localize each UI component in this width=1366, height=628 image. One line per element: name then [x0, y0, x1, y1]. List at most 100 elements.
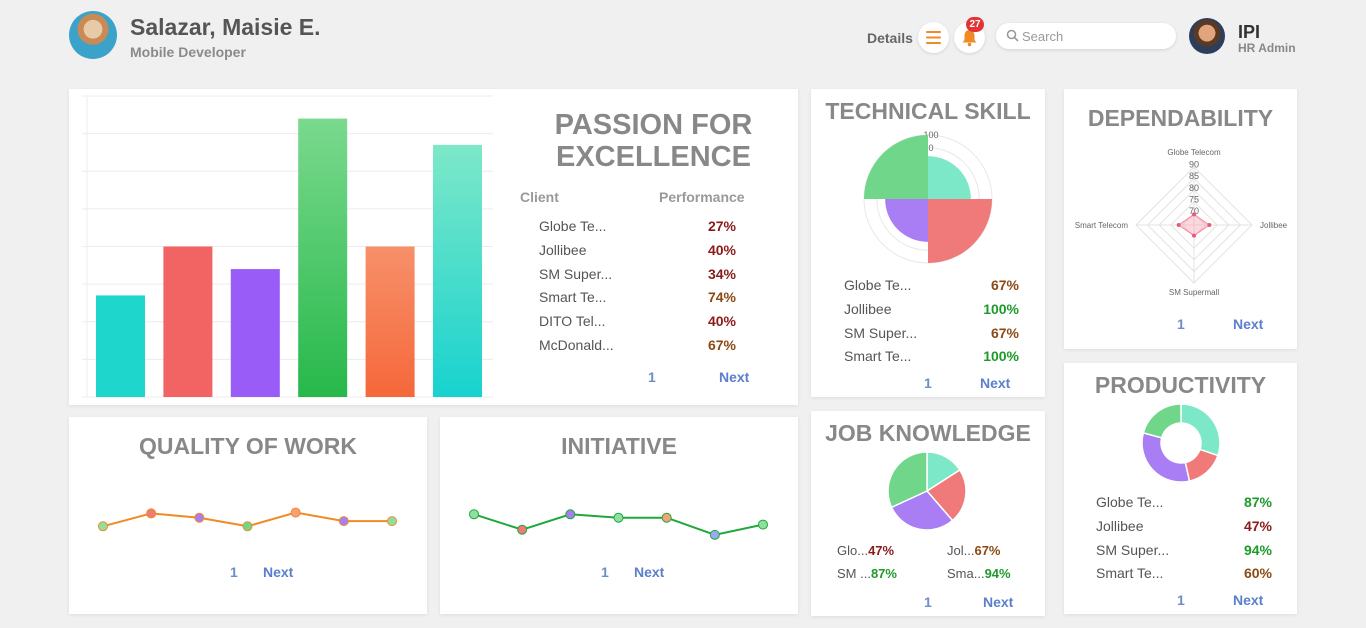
- details-link[interactable]: Details: [867, 30, 913, 46]
- job-legend-client: SM ...: [837, 566, 871, 581]
- notification-badge: 27: [966, 17, 984, 32]
- radar-tick: 80: [1189, 183, 1199, 193]
- doughnut-slice[interactable]: [1141, 431, 1191, 483]
- productivity-next-button[interactable]: Next: [1233, 592, 1263, 608]
- productivity-title: PRODUCTIVITY: [1094, 372, 1267, 398]
- bar[interactable]: [298, 118, 348, 397]
- job-legend-client: Jol...: [947, 543, 975, 558]
- quality-next-button[interactable]: Next: [263, 564, 293, 580]
- row-client: Globe Te...: [844, 277, 912, 293]
- line-point[interactable]: [758, 519, 768, 530]
- bar[interactable]: [433, 144, 482, 397]
- job-card: JOB KNOWLEDGE Glo...47% Jol...67% SM ...87…: [811, 411, 1045, 616]
- radar-point[interactable]: [1176, 223, 1181, 227]
- job-legend-client: Glo...: [837, 543, 869, 558]
- line-point[interactable]: [613, 512, 624, 523]
- doughnut-slice[interactable]: [1180, 403, 1221, 457]
- row-client: Globe Te...: [1096, 494, 1164, 510]
- admin-avatar[interactable]: [1189, 18, 1225, 54]
- line-point[interactable]: [338, 516, 349, 527]
- user-role: Mobile Developer: [130, 44, 246, 60]
- doughnut-slice[interactable]: [1184, 448, 1219, 482]
- line-point[interactable]: [242, 521, 253, 532]
- quality-page-number[interactable]: 1: [230, 564, 238, 580]
- row-value: 40%: [707, 313, 736, 330]
- user-avatar[interactable]: [69, 11, 117, 59]
- initiative-card: INITIATIVE 1 Next: [440, 417, 798, 614]
- line-point[interactable]: [661, 512, 672, 523]
- initiative-page-number[interactable]: 1: [601, 564, 609, 580]
- line-point[interactable]: [565, 509, 576, 520]
- line-point[interactable]: [194, 512, 205, 523]
- polar-segment[interactable]: [864, 135, 928, 199]
- dependability-radar-chart: 7075808590Globe TelecomJollibeeSM Superm…: [1075, 148, 1288, 297]
- radar-point[interactable]: [1192, 233, 1196, 238]
- job-pie-chart: [887, 451, 967, 531]
- bar[interactable]: [230, 269, 280, 397]
- line-point[interactable]: [146, 508, 157, 519]
- row-value: 74%: [707, 289, 736, 306]
- search-input[interactable]: [1022, 27, 1167, 45]
- search-box[interactable]: [996, 23, 1176, 49]
- row-value: 67%: [707, 337, 736, 353]
- bar[interactable]: [163, 246, 213, 398]
- row-value: 100%: [983, 300, 1019, 317]
- line-point[interactable]: [387, 516, 397, 527]
- dependability-page-number[interactable]: 1: [1177, 316, 1185, 332]
- radar-axis-label: SM Supermall: [1169, 288, 1219, 297]
- technical-page-number[interactable]: 1: [924, 375, 932, 391]
- radar-tick: 90: [1189, 160, 1199, 170]
- menu-button[interactable]: [918, 22, 949, 53]
- row-client: SM Super...: [1096, 541, 1170, 558]
- radar-point[interactable]: [1207, 223, 1212, 227]
- productivity-doughnut-chart: [1141, 403, 1221, 483]
- productivity-page-number[interactable]: 1: [1177, 592, 1185, 608]
- row-value: 34%: [707, 265, 736, 282]
- job-legend-value: 67%: [974, 543, 1001, 558]
- job-legend-item: SM ...87%: [837, 566, 897, 581]
- header: Salazar, Maisie E. Mobile Developer Deta…: [0, 0, 1366, 70]
- row-value: 94%: [1243, 541, 1272, 558]
- radar-point[interactable]: [1192, 212, 1196, 217]
- doughnut-slice[interactable]: [1142, 403, 1182, 439]
- polar-segment[interactable]: [928, 199, 992, 263]
- admin-role: HR Admin: [1238, 41, 1296, 55]
- technical-title: TECHNICAL SKILL: [825, 98, 1031, 124]
- job-next-button[interactable]: Next: [983, 594, 1013, 610]
- polar-tick-0: 0: [928, 143, 933, 153]
- row-client: Smart Te...: [1096, 565, 1164, 582]
- row-client: McDonald...: [539, 337, 614, 353]
- passion-page-number[interactable]: 1: [648, 369, 656, 385]
- line-point[interactable]: [517, 524, 528, 535]
- bar[interactable]: [96, 295, 145, 397]
- job-legend-value: 94%: [984, 566, 1011, 581]
- line-point[interactable]: [469, 509, 479, 520]
- passion-next-button[interactable]: Next: [719, 369, 749, 385]
- radar-axis-label: Globe Telecom: [1167, 148, 1221, 157]
- row-client: Jollibee: [844, 300, 892, 317]
- dependability-next-button[interactable]: Next: [1233, 316, 1263, 332]
- job-page-number[interactable]: 1: [924, 594, 932, 610]
- radar-axis-label: Smart Telecom: [1075, 221, 1129, 230]
- technical-next-button[interactable]: Next: [980, 375, 1010, 391]
- passion-title-line2: EXCELLENCE: [556, 141, 751, 173]
- job-legend-item: Sma...94%: [947, 566, 1011, 581]
- initiative-title: INITIATIVE: [561, 433, 677, 459]
- line-point[interactable]: [290, 507, 301, 518]
- radar-area[interactable]: [1177, 213, 1211, 237]
- dependability-card: DEPENDABILITY 70 75 80 85 90 Globe Telecom Jol…: [1064, 89, 1297, 349]
- line-point[interactable]: [709, 529, 720, 540]
- job-legend-value: 47%: [868, 543, 895, 558]
- initiative-next-button[interactable]: Next: [634, 564, 664, 580]
- bar[interactable]: [365, 246, 415, 398]
- row-value: 60%: [1243, 565, 1272, 582]
- job-legend-item: Glo...47%: [837, 543, 894, 558]
- line-point[interactable]: [98, 521, 108, 532]
- row-client: Jollibee: [1096, 517, 1144, 534]
- job-legend-client: Sma...: [947, 566, 985, 581]
- row-value: 27%: [707, 218, 736, 234]
- row-value: 100%: [983, 348, 1019, 365]
- technical-polar-chart: 1000: [863, 130, 993, 264]
- productivity-card: PRODUCTIVITY Globe Te... 87% Jollibee 47% SM…: [1064, 363, 1297, 614]
- search-icon: [1006, 29, 1019, 42]
